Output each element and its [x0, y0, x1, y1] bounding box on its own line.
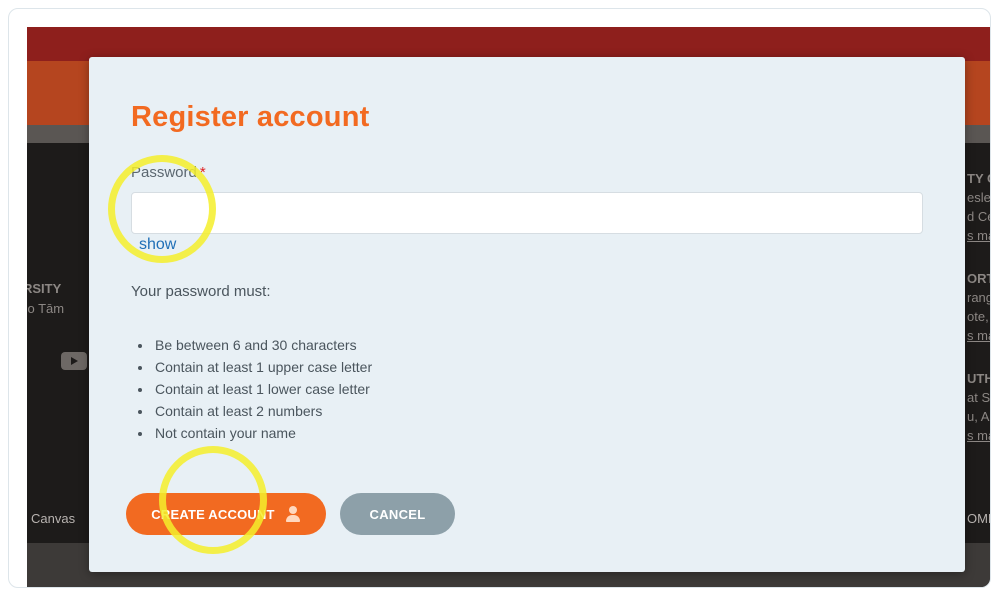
cancel-button[interactable]: CANCEL — [340, 493, 455, 535]
password-rule: Not contain your name — [153, 422, 372, 444]
modal-title: Register account — [131, 101, 370, 133]
password-input[interactable] — [131, 192, 923, 234]
required-marker: * — [199, 164, 206, 181]
campus-address-line: d Ce — [967, 209, 990, 224]
campus-address-line: ranga — [967, 290, 990, 305]
campus-map-link[interactable]: s map — [967, 428, 990, 443]
password-rule: Contain at least 1 lower case letter — [153, 378, 372, 400]
password-rules-list: Be between 6 and 30 characters Contain a… — [153, 334, 372, 444]
password-label: Password * — [131, 164, 206, 181]
campus-address-line: u, Au — [967, 409, 990, 424]
password-rule: Contain at least 1 upper case letter — [153, 356, 372, 378]
create-account-button[interactable]: CREATE ACCOUNT — [126, 493, 326, 535]
password-rules-heading: Your password must: — [131, 283, 271, 300]
campus-map-link[interactable]: s map — [967, 228, 990, 243]
campus-map-link[interactable]: s map — [967, 328, 990, 343]
password-rule: Be between 6 and 30 characters — [153, 334, 372, 356]
campus-address-line: at Sc — [967, 390, 991, 405]
show-password-link[interactable]: show — [139, 236, 176, 254]
create-account-label: CREATE ACCOUNT — [151, 506, 275, 522]
youtube-icon[interactable] — [61, 352, 87, 370]
password-label-text: Password — [131, 164, 197, 181]
campus-heading: ORTH — [967, 271, 990, 286]
footer-left-subtitle: i o Tām — [27, 301, 65, 316]
campus-heading: TY C — [967, 171, 990, 186]
site-top-bar — [27, 27, 990, 61]
password-rule: Contain at least 2 numbers — [153, 400, 372, 422]
campus-address-line: ote, A — [967, 309, 990, 324]
campus-heading: UTH — [967, 371, 990, 386]
footer-link-compliance[interactable]: OMPLI — [967, 511, 990, 526]
register-account-modal: Register account Password * show Your pas… — [89, 57, 965, 572]
footer-left-heading: RSITY — [27, 281, 62, 296]
user-icon — [285, 506, 301, 522]
campus-address-line: esley — [967, 190, 991, 205]
footer-link-canvas[interactable]: Canvas — [31, 511, 75, 526]
browser-frame: RSITY i o Tām TY C esley d Ce s map ORTH… — [8, 8, 991, 588]
